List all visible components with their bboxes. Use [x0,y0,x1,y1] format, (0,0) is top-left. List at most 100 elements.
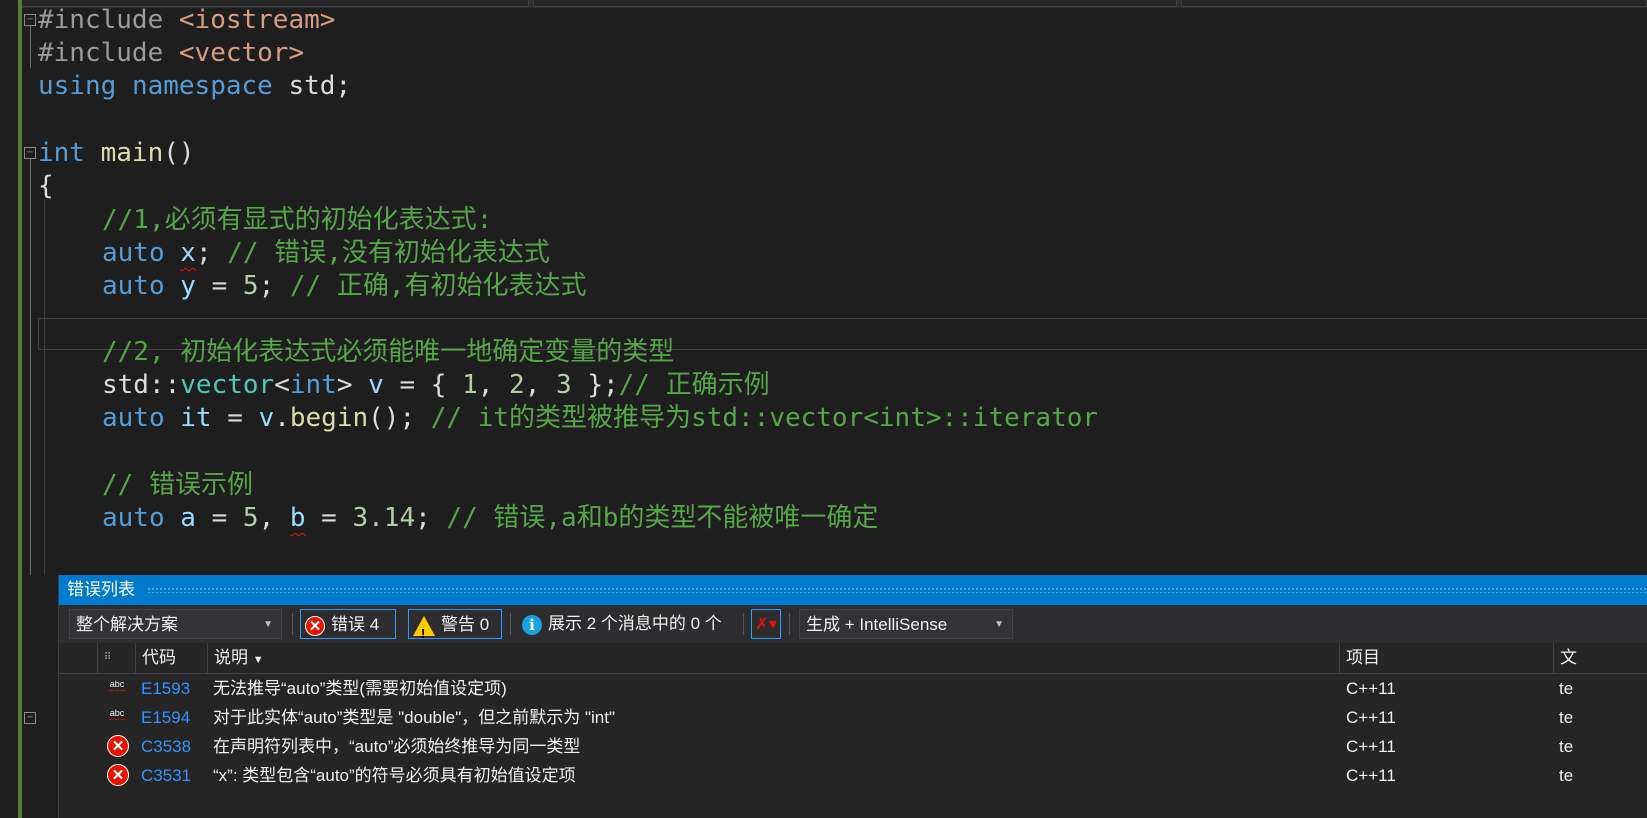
fold-guide [30,159,31,575]
toolbar-separator [292,613,293,635]
chevron-down-icon: ▼ [994,619,1004,630]
error-file: te [1559,679,1574,698]
code-line-8: auto x; // 错误,没有初始化表达式 [102,236,550,270]
toolbar-separator [510,613,511,635]
errors-filter-toggle[interactable]: ✕ 错误 4 [300,609,396,639]
code-text: std; [272,71,352,101]
messages-count-label: 展示 2 个消息中的 0 个 [548,614,722,633]
indent-guide [44,200,45,575]
fold-toggle-includes-icon[interactable]: − [24,14,36,26]
function-name: main [100,138,164,168]
filter-icon[interactable]: ✗▾ [751,609,781,639]
build-source-dropdown[interactable]: 生成 + IntelliSense ▼ [799,609,1013,639]
operator: = { [383,370,463,400]
include-path: <vector> [178,38,305,68]
code-line-2: #include <vector> [38,36,304,70]
chevron-down-icon: ▼ [263,619,273,630]
operator: = [305,503,353,533]
variable-error-squiggle[interactable]: b [290,503,306,533]
error-code-link[interactable]: C3538 [141,732,191,761]
operator: = [195,271,243,301]
column-header-file[interactable]: 文 [1553,643,1647,673]
error-icon: ✕ [305,615,325,636]
keyword: auto [102,403,165,433]
toolbar-separator [743,613,744,635]
code-line-13: auto it = v.begin(); // it的类型被推导为std::ve… [102,401,1098,435]
code-line-15: // 错误示例 [102,468,253,502]
build-error-icon: ✕ [107,735,129,757]
column-label: 文 [1560,648,1577,667]
operator: = [211,403,259,433]
toolbar-separator [789,613,790,635]
variable-error-squiggle[interactable]: x [180,238,196,268]
preprocessor-token: #include [38,5,179,35]
error-code-link[interactable]: E1593 [141,674,190,703]
variable: v [368,370,384,400]
warnings-count-label: 警告 0 [441,615,490,634]
error-list-panel: 错误列表 整个解决方案 ▼ ✕ 错误 4 ! 警告 0 i 展示 2 个消息中的 0 … [58,575,1647,818]
code-text: (); [368,403,431,433]
error-code-link[interactable]: E1594 [141,703,190,732]
info-icon: i [522,614,542,635]
code-line-11: //2, 初始化表达式必须能唯一地确定变量的类型 [102,335,674,369]
code-line-7: //1,必须有显式的初始化表达式: [102,203,492,237]
table-row[interactable]: ✕ C3538 在声明符列表中，“auto”必须始终推导为同一类型 C++11 … [59,732,1647,761]
scope-dropdown-value: 整个解决方案 [76,615,178,634]
keyword: auto [102,271,165,301]
column-label: 项目 [1346,648,1380,667]
variable: it [180,403,212,433]
comment: //2, 初始化表达式必须能唯一地确定变量的类型 [102,337,675,367]
scope-dropdown[interactable]: 整个解决方案 ▼ [69,609,282,639]
fold-toggle-icon[interactable]: − [24,712,36,724]
comment: // 正确,有初始化表达式 [274,271,587,301]
operator: . [274,403,290,433]
column-label: 说明 [214,648,248,667]
comment: //1,必须有显式的初始化表达式: [102,205,493,235]
keyword: int [289,370,337,400]
comment: // 错误,a和b的类型不能被唯一确定 [446,503,879,533]
intellisense-error-icon: abc ~~~ [108,708,126,726]
code-text: { [38,171,54,201]
error-description: 在声明符列表中，“auto”必须始终推导为同一类型 [213,737,581,756]
code-text: ; [258,271,275,301]
error-description: “x”: 类型包含“auto”的符号必须具有初始值设定项 [213,766,576,785]
column-label: 代码 [142,648,176,667]
panel-title: 错误列表 [67,580,135,599]
error-list-title-bar[interactable]: 错误列表 [59,575,1647,605]
fold-toggle-main-icon[interactable]: − [24,147,36,159]
variable: y [180,271,196,301]
intellisense-error-icon: abc ~~~ [108,679,126,697]
fold-guide [30,26,31,68]
error-project: C++11 [1346,708,1396,727]
function-name: begin [289,403,369,433]
number: 5 [242,503,259,533]
table-row[interactable]: abc ~~~ E1594 对于此实体“auto”类型是 "double"，但之前… [59,703,1647,732]
sort-descending-icon: ▼ [252,654,264,666]
column-header-code[interactable]: 代码 [135,643,207,673]
code-editor[interactable]: − − #include <iostream> #include <vector… [22,0,1647,575]
drag-grip[interactable] [147,587,1647,593]
code-line-16: auto a = 5, b = 3.14; // 错误,a和b的类型不能被唯一确… [102,501,878,535]
error-project: C++11 [1346,766,1396,785]
column-settings-icon[interactable]: ⠿ [97,643,135,673]
error-file: te [1559,766,1574,785]
messages-filter-toggle[interactable]: i 展示 2 个消息中的 0 个 [520,609,746,639]
code-line-3: using namespace std; [38,69,351,103]
comment: // it的类型被推导为std::vector<int>::iterator [430,403,1099,433]
namespace: std:: [102,370,181,400]
column-header-description[interactable]: 说明 ▼ [207,643,1339,673]
preprocessor-token: #include [38,38,179,68]
type-name: vector [180,370,275,400]
code-text: , [524,370,557,400]
keyword: namespace [131,71,273,101]
code-text: , [477,370,510,400]
error-code-link[interactable]: C3531 [141,761,191,790]
error-list-toolbar: 整个解决方案 ▼ ✕ 错误 4 ! 警告 0 i 展示 2 个消息中的 0 个 ✗▾ … [59,605,1647,643]
code-line-12: std::vector<int> v = { 1, 2, 3 };// 正确示例 [102,368,770,402]
column-header-project[interactable]: 项目 [1339,643,1553,673]
keyword: using [38,71,117,101]
table-row[interactable]: ✕ C3531 “x”: 类型包含“auto”的符号必须具有初始值设定项 C++… [59,761,1647,790]
warnings-filter-toggle[interactable]: ! 警告 0 [408,609,502,641]
error-description: 对于此实体“auto”类型是 "double"，但之前默示为 "int" [213,708,615,727]
table-row[interactable]: abc ~~~ E1593 无法推导“auto”类型(需要初始值设定项) C++1… [59,674,1647,703]
